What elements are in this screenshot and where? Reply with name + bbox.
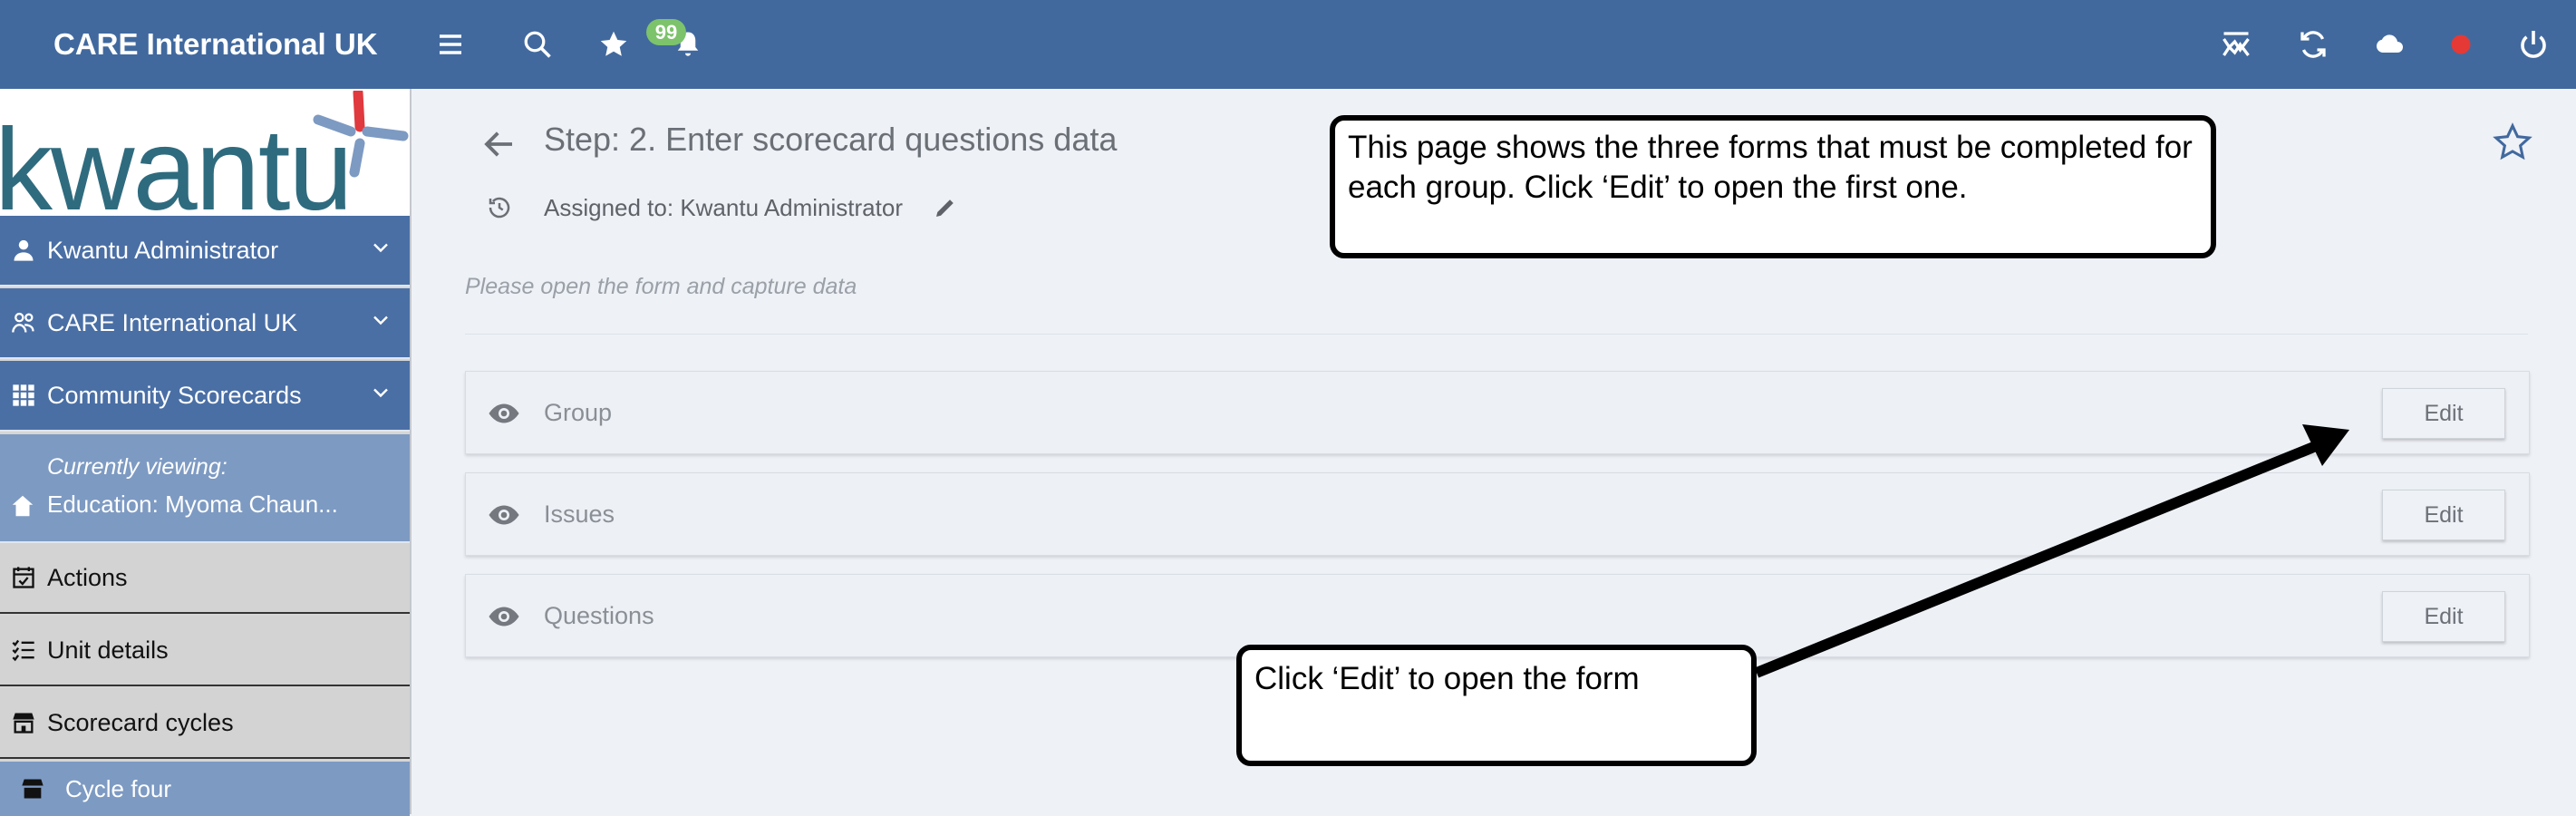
annotation-arrow-icon — [1754, 424, 2349, 678]
